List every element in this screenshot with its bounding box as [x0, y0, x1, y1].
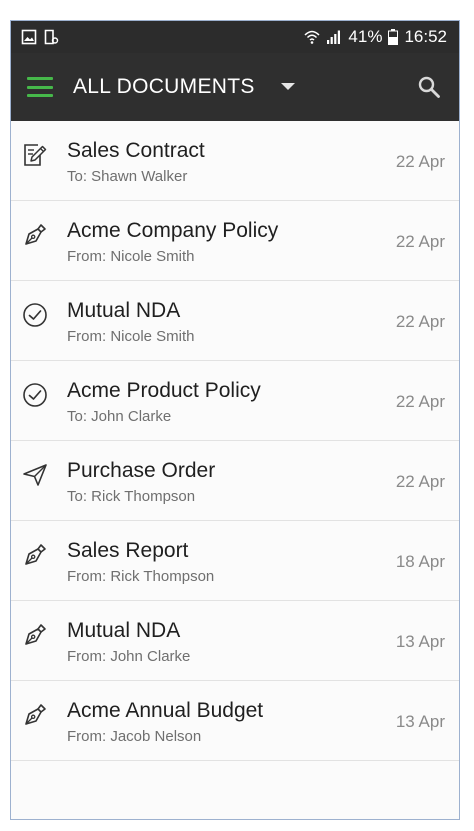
- search-icon[interactable]: [417, 75, 441, 99]
- phone-screen: 41% 16:52 ALL DOCUMENTS Sales Contract T…: [10, 20, 460, 820]
- pen-nib-icon: [21, 621, 49, 649]
- edit-document-icon: [21, 141, 49, 169]
- signal-icon: [326, 29, 342, 45]
- pen-nib-icon: [21, 701, 49, 729]
- document-recipient: To: Rick Thompson: [67, 488, 196, 505]
- document-title: Acme Company Policy: [67, 219, 279, 242]
- battery-percent: 41%: [348, 27, 383, 46]
- document-title: Sales Contract: [67, 139, 205, 162]
- document-list-item[interactable]: Acme Company Policy From: Nicole Smith 2…: [11, 201, 459, 281]
- document-list-item[interactable]: Acme Product Policy To: John Clarke 22 A…: [11, 361, 459, 441]
- document-title: Purchase Order: [67, 459, 216, 482]
- status-left: [21, 29, 59, 45]
- app-bar: ALL DOCUMENTS: [11, 53, 459, 121]
- document-sender: From: Rick Thompson: [67, 568, 215, 585]
- document-title: Mutual NDA: [67, 619, 181, 642]
- pen-nib-icon: [21, 541, 49, 569]
- document-title: Acme Annual Budget: [67, 699, 264, 722]
- clipboard-icon: [43, 29, 59, 45]
- document-list-item[interactable]: Acme Annual Budget From: Jacob Nelson 13…: [11, 681, 459, 761]
- document-date: 22 Apr: [395, 472, 445, 491]
- document-date: 22 Apr: [395, 152, 445, 171]
- document-list-item[interactable]: Sales Report From: Rick Thompson 18 Apr: [11, 521, 459, 601]
- document-list-item[interactable]: Mutual NDA From: Nicole Smith 22 Apr: [11, 281, 459, 361]
- battery-icon: [388, 29, 399, 45]
- document-title: Mutual NDA: [67, 299, 181, 322]
- document-list: Sales Contract To: Shawn Walker 22 Apr A…: [11, 121, 459, 761]
- pen-nib-icon: [21, 221, 49, 249]
- document-date: 22 Apr: [395, 312, 445, 331]
- status-bar: 41% 16:52: [11, 21, 459, 53]
- document-title: Acme Product Policy: [67, 379, 261, 402]
- check-circle-icon: [21, 381, 49, 409]
- document-date: 18 Apr: [395, 552, 445, 571]
- document-date: 22 Apr: [395, 232, 445, 251]
- clock: 16:52: [404, 27, 447, 46]
- document-title: Sales Report: [67, 539, 189, 562]
- wifi-icon: [304, 29, 320, 45]
- document-sender: From: John Clarke: [67, 648, 191, 665]
- document-date: 13 Apr: [395, 712, 445, 731]
- document-list-item[interactable]: Purchase Order To: Rick Thompson 22 Apr: [11, 441, 459, 521]
- send-icon: [21, 461, 49, 489]
- dropdown-arrow-icon[interactable]: [280, 83, 295, 91]
- document-date: 22 Apr: [395, 392, 445, 411]
- document-date: 13 Apr: [395, 632, 445, 651]
- menu-icon[interactable]: [27, 77, 53, 97]
- document-sender: From: Jacob Nelson: [67, 728, 202, 745]
- check-circle-icon: [21, 301, 49, 329]
- document-recipient: To: Shawn Walker: [67, 168, 188, 185]
- document-list-item[interactable]: Sales Contract To: Shawn Walker 22 Apr: [11, 121, 459, 201]
- image-icon: [21, 29, 37, 45]
- document-sender: From: Nicole Smith: [67, 328, 195, 345]
- document-recipient: To: John Clarke: [67, 408, 172, 425]
- page-title[interactable]: ALL DOCUMENTS: [73, 75, 255, 99]
- document-list-item[interactable]: Mutual NDA From: John Clarke 13 Apr: [11, 601, 459, 681]
- document-sender: From: Nicole Smith: [67, 248, 195, 265]
- status-right: 41% 16:52: [304, 27, 447, 47]
